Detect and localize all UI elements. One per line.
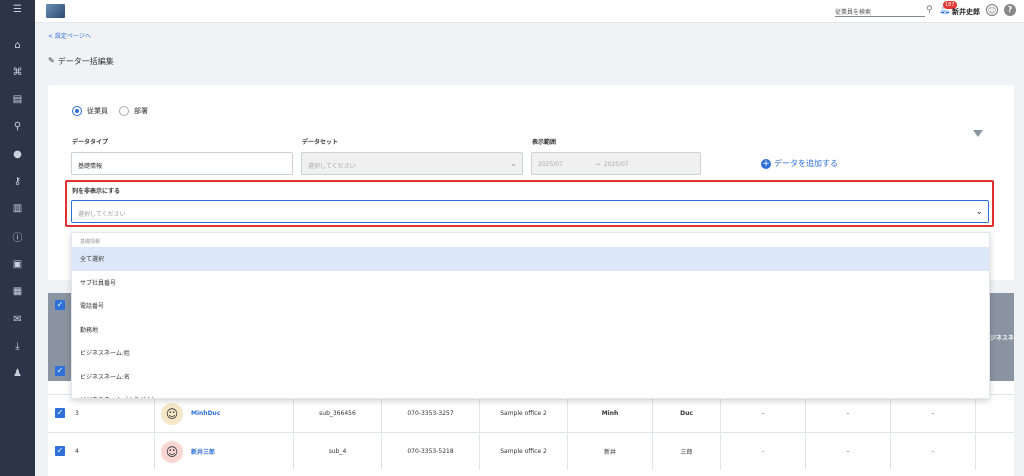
page-title-text: データ一括編集	[57, 57, 114, 66]
target-radio-group: 従業員 部署	[72, 106, 148, 116]
data-type-value: 基礎情報	[78, 163, 103, 170]
search-icon[interactable]: ⚲	[926, 5, 936, 15]
range-arrow: →	[594, 161, 600, 168]
data-cell: -	[890, 395, 975, 432]
chart-icon[interactable]: ▥	[0, 200, 35, 216]
chevron-down-icon: ⌄	[510, 159, 517, 168]
employee-radio[interactable]	[72, 106, 82, 116]
hide-columns-select[interactable]: 選択してください ⌄	[71, 200, 989, 223]
help-icon[interactable]: ?	[1004, 4, 1016, 16]
user-name[interactable]: 新井史郎	[952, 7, 980, 17]
office-cell: Sample office 2	[479, 395, 567, 432]
first-name-cell: Duc	[652, 395, 720, 432]
department-radio-label[interactable]: 部署	[134, 106, 148, 116]
sidebar: ☰ ⌂ ⌘ ▤ ⚲ ● ⚷ ▥ ⓘ ▣ ▦ ✉ ⤓ ♟	[0, 0, 35, 476]
chevron-down-icon: ⌄	[975, 207, 983, 217]
data-cell: -	[890, 433, 975, 470]
dropdown-option[interactable]: ビジネスネーム（ふりがな）	[72, 388, 989, 398]
data-cell: -	[805, 395, 890, 432]
range-picker[interactable]: 2025/07 → 2025/07	[531, 152, 701, 175]
dropdown-option[interactable]: ビジネスネーム:名	[72, 365, 989, 389]
table-row[interactable]: ✓ 3 ☺ MinhDuc sub_366456 070-3353-3257 S…	[48, 394, 1014, 432]
data-type-select[interactable]: 基礎情報	[71, 152, 293, 175]
avatar: ☺	[161, 402, 183, 425]
select-all-option[interactable]: 全て選択	[72, 247, 989, 271]
mail-icon[interactable]: ✉	[0, 311, 35, 327]
top-bar: 従業員を検索 ⚲ 🔔︎ 187 新井史郎 ☺ ?	[35, 0, 1024, 23]
range-from: 2025/07	[538, 161, 563, 168]
chat-icon[interactable]: ●	[0, 146, 35, 162]
search-icon[interactable]: ⚲	[0, 118, 35, 134]
data-cell: -	[720, 395, 805, 432]
hide-columns-dropdown: 基礎情報 全て選択 サブ社員番号 電話番号 勤務地 ビジネスネーム:姓 ビジネス…	[71, 232, 990, 399]
row-checkbox[interactable]: ✓	[55, 408, 65, 418]
row-checkbox[interactable]: ✓	[55, 366, 65, 376]
company-logo[interactable]	[46, 4, 65, 18]
phone-cell: 070-3353-5218	[381, 433, 479, 470]
back-to-settings-link[interactable]: < 設定ページへ	[48, 31, 91, 40]
download-icon[interactable]: ⤓	[0, 338, 35, 354]
row-checkbox[interactable]: ✓	[55, 446, 65, 456]
department-radio[interactable]	[119, 106, 129, 116]
data-cell: -	[805, 433, 890, 470]
dropdown-option[interactable]: ビジネスネーム:姓	[72, 341, 989, 365]
range-to: 2025/07	[603, 161, 629, 168]
book-icon[interactable]: ▦	[0, 283, 35, 299]
dropdown-option[interactable]: サブ社員番号	[72, 271, 989, 295]
header-business-name-col: ジネスネ	[989, 335, 1014, 342]
id-card-icon[interactable]: ▣	[0, 256, 35, 272]
employee-name-link[interactable]: 新井三郎	[191, 447, 215, 456]
user-avatar-icon[interactable]: ☺	[986, 4, 998, 16]
key-icon[interactable]: ⚷	[0, 173, 35, 189]
data-cell	[975, 433, 1014, 470]
dropdown-option[interactable]: 電話番号	[72, 294, 989, 318]
pencil-icon: ✎	[48, 56, 55, 65]
data-type-label: データタイプ	[72, 139, 109, 146]
avatar: ☺	[161, 440, 183, 463]
dropdown-group-label: 基礎情報	[80, 239, 101, 245]
employee-radio-label[interactable]: 従業員	[87, 106, 108, 116]
last-name-cell: 新井	[567, 433, 652, 470]
document-icon[interactable]: ▤	[0, 91, 35, 107]
select-all-checkbox[interactable]: ✓	[55, 300, 65, 310]
range-label: 表示範囲	[532, 139, 557, 146]
row-number: 4	[75, 448, 79, 455]
org-chart-icon[interactable]: ⌘	[0, 64, 35, 80]
data-cell: -	[720, 433, 805, 470]
row-number: 3	[75, 410, 79, 417]
last-name-cell: Minh	[567, 395, 652, 432]
filter-icon[interactable]	[973, 130, 983, 137]
employee-cell: ☺ MinhDuc	[154, 395, 293, 432]
data-cell	[975, 395, 1014, 432]
sub-id-cell: sub_4	[293, 433, 381, 470]
dropdown-option[interactable]: 勤務地	[72, 318, 989, 342]
user-settings-icon[interactable]: ♟	[0, 365, 35, 381]
dataset-placeholder: 選択してください	[308, 163, 356, 170]
hide-columns-label: 列を非表示にする	[72, 188, 121, 195]
employee-name-link[interactable]: MinhDuc	[191, 410, 220, 417]
first-name-cell: 三郎	[652, 433, 720, 470]
hide-columns-placeholder: 選択してください	[78, 211, 126, 218]
page-title: ✎ データ一括編集	[48, 56, 114, 67]
phone-cell: 070-3353-3257	[381, 395, 479, 432]
menu-icon[interactable]: ☰	[0, 1, 35, 17]
add-data-label: データを追加する	[774, 159, 838, 168]
office-cell: Sample office 2	[479, 433, 567, 470]
sub-id-cell: sub_366456	[293, 395, 381, 432]
dataset-label: データセット	[302, 139, 339, 146]
employee-search-input[interactable]: 従業員を検索	[835, 5, 925, 17]
add-data-button[interactable]: + データを追加する	[761, 158, 838, 169]
info-icon[interactable]: ⓘ	[0, 228, 35, 244]
dataset-select[interactable]: 選択してください ⌄	[301, 152, 523, 175]
home-icon[interactable]: ⌂	[0, 37, 35, 53]
employee-cell: ☺ 新井三郎	[154, 433, 293, 470]
table-row[interactable]: ✓ 4 ☺ 新井三郎 sub_4 070-3353-5218 Sample of…	[48, 432, 1014, 470]
plus-circle-icon: +	[761, 158, 771, 169]
